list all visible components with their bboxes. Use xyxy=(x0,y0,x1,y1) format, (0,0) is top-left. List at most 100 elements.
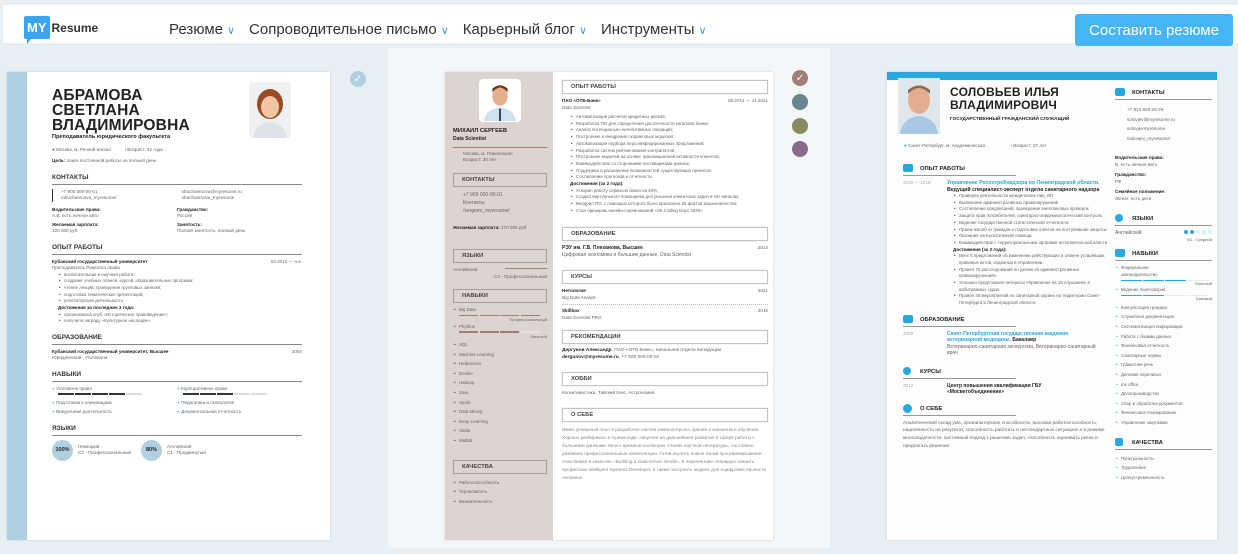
reference-name: Дергунов Александр xyxy=(562,348,612,354)
candidate-name: МИХАИЛ СЕРГЕЕВ xyxy=(453,128,508,134)
skill-name: Уголовное право xyxy=(56,385,92,391)
list-item: Создал виртуального помощника для решени… xyxy=(570,194,768,201)
nav-career-blog[interactable]: Карьерный блог ∨ xyxy=(463,21,587,38)
section-courses: КУРСЫ xyxy=(920,368,941,375)
list-item: Оказание консультативной помощи xyxy=(953,233,1108,240)
age-text: Возраст: 42 года xyxy=(127,146,163,152)
list-item: Автоматизация подбора персонифицированны… xyxy=(570,141,768,148)
logo-badge: MY xyxy=(24,16,50,44)
list-item: Внедрил ПО, с помощью которого было прис… xyxy=(570,201,768,208)
edu-specialty: Юридический , Уголовное xyxy=(52,355,108,361)
section-education: ОБРАЗОВАНИЕ xyxy=(920,316,965,323)
reference-position: , ПАО «ОТБ-Банк», начальник отдела валид… xyxy=(611,348,722,354)
list-item: Систематизация информации xyxy=(1115,322,1212,332)
accent-stripe xyxy=(7,72,27,540)
color-swatch-slate[interactable] xyxy=(792,94,808,110)
achievements-list: Ускорил работу сервисов банка на 40%;Соз… xyxy=(570,188,768,215)
create-resume-button[interactable]: Составить резюме xyxy=(1075,14,1233,46)
salary-value: 170 000 руб xyxy=(500,224,527,230)
skills-list: Консультация гражданСлужебная документац… xyxy=(1115,303,1212,428)
vk: /solovjev_myresume/ xyxy=(1127,135,1171,141)
language-percent: 80% xyxy=(141,439,162,461)
list-item: Deep Learning xyxy=(453,417,547,427)
briefcase-icon xyxy=(903,164,913,172)
profile-photo xyxy=(898,78,940,134)
section-languages: ЯЗЫКИ xyxy=(453,249,547,263)
list-item: Data Mining xyxy=(453,407,547,417)
list-item: Сбор и обработка документов xyxy=(1115,399,1212,409)
resume-template-3[interactable]: СОЛОВЬЕВ ИЛЬЯ ВЛАДИМИРОВИЧ ГОСУДАРСТВЕНН… xyxy=(887,72,1217,540)
skill-item: ● Документальная отчетность xyxy=(177,409,302,416)
contacts-link[interactable]: Контакты xyxy=(463,199,547,207)
field-value: Россия xyxy=(177,213,193,218)
color-swatch-brown-selected[interactable]: ✓ xyxy=(792,70,808,86)
skype: solovjevmyresume xyxy=(1127,126,1166,132)
school: Санкт-Петербургская государственная акад… xyxy=(947,330,1069,344)
list-item: Стал призером онлайн-соревнований «SK Co… xyxy=(570,208,768,215)
skill-item: ● Внеурочная деятельность xyxy=(52,409,177,416)
edu-specialty: Ветеринарно-санитарная экспертиза, Ветер… xyxy=(947,343,1096,357)
course-name: Big Data Analyst xyxy=(562,295,768,306)
color-swatch-olive[interactable] xyxy=(792,118,808,134)
section-contacts: КОНТАКТЫ xyxy=(52,174,302,185)
location: ● Москва, м. Речной вокзал xyxy=(52,146,111,152)
section-skills: НАВЫКИ xyxy=(52,371,302,382)
salary-label: Желаемая зарплата: xyxy=(453,224,500,230)
logo-text: Resume xyxy=(51,20,99,35)
list-item: Поддержка и расширение возможностей суще… xyxy=(570,168,768,175)
chevron-down-icon: ∨ xyxy=(440,25,449,37)
email: solovjev@myresume.ru xyxy=(1127,116,1176,122)
age: i Возраст: 42 года xyxy=(124,146,163,152)
list-item: подготовка тематических презентаций; xyxy=(58,292,302,299)
nav-tools[interactable]: Инструменты ∨ xyxy=(601,21,707,38)
skills-list: SQLMachine LearningНейросетиDockerHadoop… xyxy=(453,340,547,446)
course-year: 2016 xyxy=(757,308,768,314)
bullet-icon: ● xyxy=(177,399,180,405)
profile-photo xyxy=(479,79,521,122)
job-dates: 03.2012 — н.в. xyxy=(270,258,302,264)
list-item: Hadoop xyxy=(453,378,547,388)
section-about: О СЕБЕ xyxy=(562,407,768,422)
selected-check-icon[interactable]: ✓ xyxy=(350,71,366,87)
location-text: Москва, м. Речной вокзал xyxy=(56,146,111,152)
candidate-title: ГОСУДАРСТВЕННЫЙ ГРАЖДАНСКИЙ СЛУЖАЩИЙ xyxy=(950,117,1070,122)
list-item: Служебная документация xyxy=(1115,312,1212,322)
course-provider: Skillbox xyxy=(562,308,580,314)
language-level: B1 - Средний xyxy=(1187,236,1212,242)
facebook: /sergeev_myresume/ xyxy=(463,207,510,214)
courses-icon xyxy=(903,366,911,375)
course-name: Data Scientist PRO xyxy=(562,314,602,320)
resume-template-1[interactable]: АБРАМОВА СВЕТЛАНА ВЛАДИМИРОВНА Преподава… xyxy=(7,72,330,540)
about-text: Имею успешный опыт в разработке систем к… xyxy=(562,426,767,480)
section-recommendations: РЕКОМЕНДАЦИИ xyxy=(562,330,768,345)
section-about: О СЕБЕ xyxy=(920,405,943,412)
edu-year: 2014 xyxy=(757,245,768,251)
language-item: 80% Английский C1 - Продвинутый xyxy=(141,439,206,461)
list-item: Взаимодействие со сторонними поставщикам… xyxy=(570,161,768,168)
section-contacts: КОНТАКТЫ xyxy=(1132,90,1165,96)
list-item: Управление закупками xyxy=(1115,418,1212,428)
list-item: Внес 5 предложений об изменении действую… xyxy=(953,253,1108,266)
course-year: 2012 xyxy=(903,382,914,388)
employer: Управление Роспотребнадзора по Ленинград… xyxy=(947,180,1100,186)
list-item: Анализ потенциально нелегитимных операци… xyxy=(570,127,768,134)
age: Возраст: 30 лет xyxy=(463,157,497,162)
nav-cover-letter[interactable]: Сопроводительное письмо ∨ xyxy=(249,21,449,38)
skill-name: Педагогика и психология xyxy=(181,399,235,405)
color-swatch-purple[interactable] xyxy=(792,141,808,157)
list-item: Построение и внедрение скоринговых модел… xyxy=(570,134,768,141)
resume-template-2[interactable]: МИХАИЛ СЕРГЕЕВ Data Scientist Москва, м.… xyxy=(445,72,773,540)
list-item: Составление прогнозов и отчетности. xyxy=(570,174,768,181)
list-item: Java xyxy=(453,388,547,398)
edu-specialty: Цифровая экономика и большие данные, Dat… xyxy=(562,251,691,258)
skill-item: ● Уголовное право xyxy=(52,386,177,397)
language-item: 100% Немецкий C2 - Профессиональный xyxy=(52,439,131,461)
candidate-name: АБРАМОВА СВЕТЛАНА ВЛАДИМИРОВНА xyxy=(52,87,190,134)
skill-level-bar xyxy=(58,393,177,395)
list-item: Защита прав потребителей, санитарно-эпид… xyxy=(953,213,1108,220)
languages-list: 100% Немецкий C2 - Профессиональный 80% Англ… xyxy=(52,439,302,461)
duties-list: Автоматизация расчетов кредитных рисков;… xyxy=(570,114,768,181)
degree: Бакалавр xyxy=(1011,337,1037,344)
logo[interactable]: MY Resume xyxy=(24,16,99,44)
nav-resume[interactable]: Резюме ∨ xyxy=(169,21,235,38)
